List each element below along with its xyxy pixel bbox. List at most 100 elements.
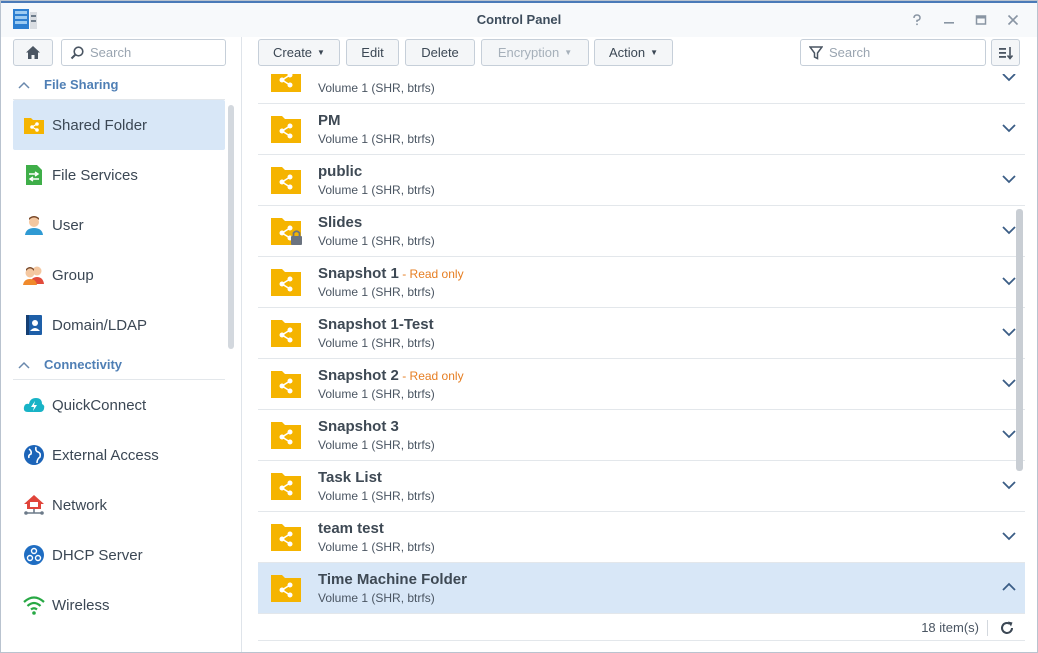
main-search-input[interactable]	[829, 45, 969, 60]
table-row[interactable]: Snapshot 2 - Read only Volume 1 (SHR, btr…	[258, 359, 1025, 410]
shared-folder-icon	[270, 469, 302, 501]
shared-folder-icon	[22, 113, 46, 137]
folder-name-text: Snapshot 1-Test	[318, 316, 434, 333]
window-controls	[903, 9, 1027, 31]
window-title: Control Panel	[476, 12, 562, 27]
sidebar-item-shared-folder[interactable]: Shared Folder	[13, 100, 225, 150]
table-row[interactable]: public Volume 1 (SHR, btrfs)	[258, 155, 1025, 206]
folder-name-text: Snapshot 1	[318, 265, 399, 282]
folder-volume: Volume 1 (SHR, btrfs)	[318, 438, 435, 452]
minimize-icon[interactable]	[935, 9, 963, 31]
caret-down-icon: ▼	[650, 48, 659, 57]
create-button-label: Create	[273, 45, 313, 60]
chevron-down-icon[interactable]	[1001, 477, 1017, 493]
refresh-icon[interactable]	[999, 620, 1015, 636]
sidebar-item-label: User	[52, 216, 84, 234]
table-row[interactable]: Snapshot 1-Test Volume 1 (SHR, btrfs)	[258, 308, 1025, 359]
sidebar-item-label: External Access	[52, 446, 159, 464]
sidebar-toolbar	[1, 37, 241, 70]
read-only-label: Read only	[409, 267, 464, 281]
table-row[interactable]: Slides Volume 1 (SHR, btrfs)	[258, 206, 1025, 257]
table-row[interactable]: Time Machine Folder Volume 1 (SHR, btrfs)	[258, 563, 1025, 614]
encryption-button[interactable]: Encryption ▼	[481, 39, 589, 66]
chevron-down-icon[interactable]	[1001, 171, 1017, 187]
file-services-icon	[22, 163, 46, 187]
folder-volume: Volume 1 (SHR, btrfs)	[318, 285, 435, 299]
sidebar-item-quickconnect[interactable]: QuickConnect	[13, 380, 225, 430]
search-icon	[70, 45, 84, 59]
shared-folder-icon	[270, 74, 302, 93]
sidebar-item-wireless[interactable]: Wireless	[13, 580, 225, 630]
sidebar-item-group[interactable]: Group	[13, 250, 225, 300]
chevron-up-icon[interactable]	[1001, 579, 1017, 595]
sidebar-item-file-services[interactable]: File Services	[13, 150, 225, 200]
shared-folder-icon	[270, 265, 302, 297]
table-row[interactable]: homes Volume 1 (SHR, btrfs)	[258, 74, 1025, 104]
sidebar-item-label: Shared Folder	[52, 116, 148, 134]
folder-volume: Volume 1 (SHR, btrfs)	[318, 132, 435, 146]
locked-shared-folder-icon	[270, 214, 302, 246]
sort-icon	[998, 46, 1013, 60]
group-header-connectivity[interactable]: Connectivity	[13, 350, 225, 380]
shared-folder-icon	[270, 520, 302, 552]
folder-name-text: Snapshot 2	[318, 367, 399, 384]
shared-folder-icon	[270, 571, 302, 603]
sidebar-search-input[interactable]	[90, 45, 220, 60]
sidebar-item-external-access[interactable]: External Access	[13, 430, 225, 480]
home-button[interactable]	[13, 39, 53, 66]
folder-volume: Volume 1 (SHR, btrfs)	[318, 387, 435, 401]
folder-name: Task List	[318, 469, 382, 486]
chevron-down-icon[interactable]	[1001, 273, 1017, 289]
sidebar-item-user[interactable]: User	[13, 200, 225, 250]
sidebar-item-label: Network	[52, 496, 108, 514]
table-row[interactable]: team test Volume 1 (SHR, btrfs)	[258, 512, 1025, 563]
close-icon[interactable]	[999, 9, 1027, 31]
folder-name-text: public	[318, 163, 363, 180]
main-search-field[interactable]	[800, 39, 986, 66]
folder-name: Snapshot 1-Test	[318, 316, 434, 333]
delete-button[interactable]: Delete	[405, 39, 475, 66]
shared-folder-icon	[270, 316, 302, 348]
folder-name: Snapshot 3	[318, 418, 399, 435]
folder-volume: Volume 1 (SHR, btrfs)	[318, 591, 435, 605]
folder-name: PM	[318, 112, 341, 129]
encryption-button-label: Encryption	[497, 45, 560, 60]
shared-folder-icon	[270, 112, 302, 144]
help-icon[interactable]	[903, 9, 931, 31]
sidebar-item-dhcp-server[interactable]: DHCP Server	[13, 530, 225, 580]
create-button[interactable]: Create ▼	[258, 39, 340, 66]
folder-volume: Volume 1 (SHR, btrfs)	[318, 540, 435, 554]
table-row[interactable]: Snapshot 3 Volume 1 (SHR, btrfs)	[258, 410, 1025, 461]
delete-button-label: Delete	[421, 45, 459, 60]
folder-volume: Volume 1 (SHR, btrfs)	[318, 234, 435, 248]
chevron-down-icon[interactable]	[1001, 324, 1017, 340]
sidebar-item-label: Domain/LDAP	[52, 316, 148, 334]
action-button[interactable]: Action ▼	[594, 39, 673, 66]
sidebar-search-field[interactable]	[61, 39, 226, 66]
group-header-file-sharing[interactable]: File Sharing	[13, 70, 225, 100]
list-scrollbar[interactable]	[1016, 209, 1023, 471]
chevron-down-icon[interactable]	[1001, 528, 1017, 544]
read-only-badge: - Read only	[398, 369, 464, 383]
chevron-down-icon[interactable]	[1001, 375, 1017, 391]
table-row[interactable]: PM Volume 1 (SHR, btrfs)	[258, 104, 1025, 155]
chevron-down-icon[interactable]	[1001, 74, 1017, 85]
chevron-down-icon[interactable]	[1001, 222, 1017, 238]
read-only-badge: - Read only	[398, 267, 464, 281]
maximize-icon[interactable]	[967, 9, 995, 31]
edit-button[interactable]: Edit	[346, 39, 399, 66]
sidebar-scrollbar[interactable]	[228, 105, 234, 349]
sidebar-item-label: Wireless	[52, 596, 110, 614]
sidebar-item-domain-ldap[interactable]: Domain/LDAP	[13, 300, 225, 350]
chevron-down-icon[interactable]	[1001, 426, 1017, 442]
sort-button[interactable]	[991, 39, 1020, 66]
external-access-icon	[22, 443, 46, 467]
folder-volume: Volume 1 (SHR, btrfs)	[318, 489, 435, 503]
table-row[interactable]: Snapshot 1 - Read only Volume 1 (SHR, btr…	[258, 257, 1025, 308]
table-row[interactable]: Task List Volume 1 (SHR, btrfs)	[258, 461, 1025, 512]
control-panel-window: Control Panel Search File Sharing Shared…	[0, 0, 1038, 653]
chevron-down-icon[interactable]	[1001, 120, 1017, 136]
sidebar-item-network[interactable]: Network	[13, 480, 225, 530]
main-panel: Create ▼ Edit Delete Encryption ▼ Action ▼ …	[243, 37, 1037, 652]
shared-folder-list: homes Volume 1 (SHR, btrfs) PM Volume 1 (SH…	[258, 74, 1025, 614]
